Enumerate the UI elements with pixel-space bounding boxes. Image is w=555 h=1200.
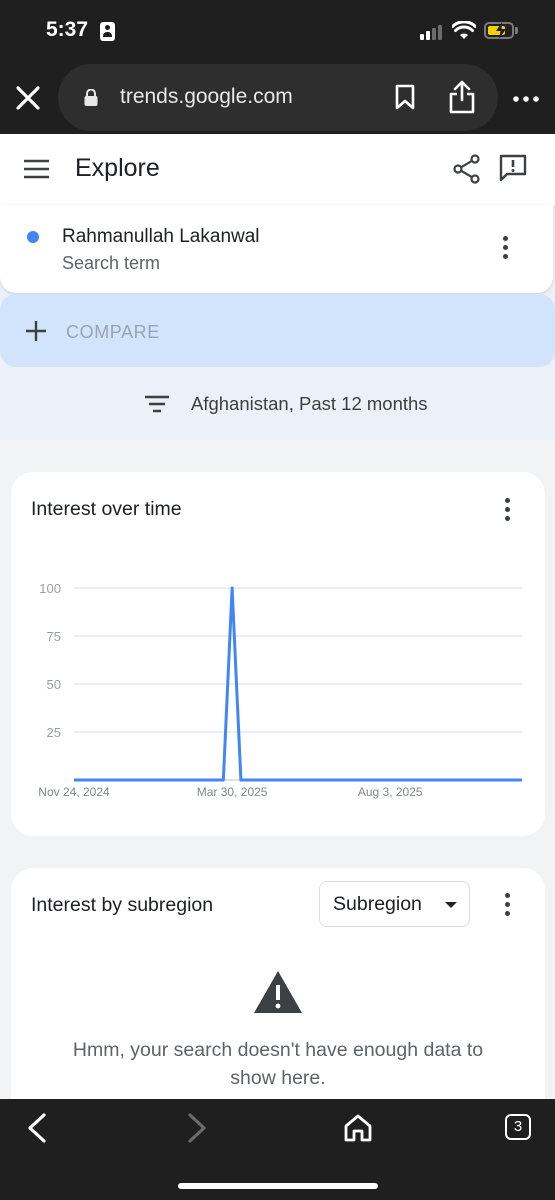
series-color-dot <box>27 231 39 243</box>
feedback-icon[interactable] <box>498 153 528 183</box>
home-icon[interactable] <box>343 1114 373 1142</box>
more-options-icon[interactable] <box>513 96 539 102</box>
dropdown-caret-icon <box>445 902 457 908</box>
filter-icon <box>145 395 169 413</box>
cellular-signal-icon <box>420 24 444 40</box>
search-term-card[interactable]: Rahmanullah Lakanwal Search term <box>0 205 553 293</box>
y-tick-label: 25 <box>47 725 61 740</box>
x-tick-label: Mar 30, 2025 <box>197 785 268 799</box>
dropdown-selected: Subregion <box>333 893 422 915</box>
tab-count-button[interactable]: 3 <box>505 1114 531 1140</box>
forward-icon[interactable] <box>186 1113 208 1143</box>
no-data-message: Hmm, your search doesn't have enough dat… <box>72 1039 484 1089</box>
compare-button[interactable]: COMPARE <box>0 294 555 367</box>
address-bar[interactable]: trends.google.com <box>58 64 498 131</box>
page-title: Explore <box>75 154 160 182</box>
compare-label: COMPARE <box>66 322 160 342</box>
url-text: trends.google.com <box>120 85 293 108</box>
wifi-icon <box>452 21 476 39</box>
share-link-icon[interactable] <box>453 154 481 184</box>
card-title: Interest by subregion <box>31 894 214 916</box>
y-tick-label: 75 <box>47 629 61 644</box>
y-tick-label: 100 <box>39 581 61 596</box>
back-icon[interactable] <box>26 1113 48 1143</box>
contact-card-icon <box>100 22 115 41</box>
interest-line-chart: 25 50 75 100 Nov 24, 2024 Mar 30, 2025 Aug 3, … <box>38 581 522 799</box>
plus-icon <box>26 321 46 341</box>
share-icon[interactable] <box>448 80 476 114</box>
app-header: Explore <box>0 134 555 207</box>
bookmark-icon[interactable] <box>394 84 416 110</box>
subregion-dropdown[interactable]: Subregion <box>319 881 470 927</box>
home-indicator <box>178 1183 378 1189</box>
filter-summary: Afghanistan, Past 12 months <box>191 393 428 414</box>
close-tab-icon[interactable] <box>14 84 42 112</box>
filter-row[interactable]: Afghanistan, Past 12 months <box>0 368 555 440</box>
menu-icon[interactable] <box>24 159 49 179</box>
status-time: 5:37 <box>46 18 89 41</box>
charging-bolt-icon <box>496 22 506 39</box>
interest-by-subregion-card: Interest by subregion Subregion Hmm, you… <box>11 868 545 1128</box>
subregion-options-icon[interactable] <box>505 893 511 917</box>
search-term-name: Rahmanullah Lakanwal <box>62 226 260 247</box>
x-tick-label: Nov 24, 2024 <box>38 785 110 799</box>
lock-icon <box>84 89 98 106</box>
warning-icon <box>254 971 302 1013</box>
y-tick-label: 50 <box>47 677 61 692</box>
term-options-icon[interactable] <box>503 236 509 260</box>
browser-toolbar: 3 <box>0 1099 555 1200</box>
interest-over-time-card: Interest over time 25 50 75 100 Nov 24, 2024… <box>11 472 545 836</box>
x-tick-label: Aug 3, 2025 <box>358 785 423 799</box>
search-term-subtitle: Search term <box>62 253 161 273</box>
browser-chrome: 5:37 trends.google.com <box>0 0 555 134</box>
